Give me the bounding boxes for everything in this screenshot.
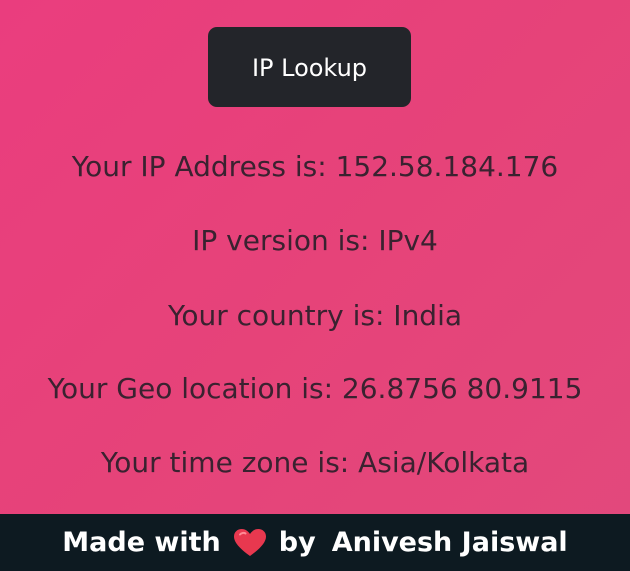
geo-location-text: Your Geo location is: 26.8756 80.9115	[47, 372, 583, 405]
heart-icon	[233, 528, 267, 558]
ip-address-text: Your IP Address is: 152.58.184.176	[71, 150, 559, 183]
ip-lookup-button[interactable]: IP Lookup	[208, 27, 411, 107]
author-name: Anivesh Jaiswal	[331, 527, 568, 558]
footer: Made with by Anivesh Jaiswal	[0, 514, 630, 571]
time-zone-text: Your time zone is: Asia/Kolkata	[100, 446, 530, 479]
ip-version-text: IP version is: IPv4	[192, 224, 438, 257]
country-text: Your country is: India	[167, 299, 463, 332]
main-panel: IP Lookup Your IP Address is: 152.58.184…	[0, 0, 630, 514]
by-label: by	[278, 527, 316, 558]
made-with-label: Made with	[62, 527, 221, 558]
